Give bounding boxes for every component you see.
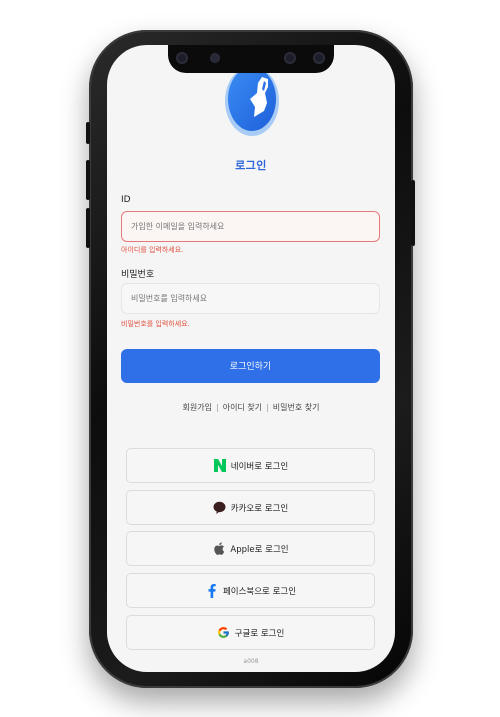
link-separator: | bbox=[266, 403, 269, 412]
naver-icon bbox=[213, 459, 227, 473]
signup-link[interactable]: 회원가입 bbox=[183, 403, 212, 412]
page-title: 로그인 bbox=[235, 159, 267, 172]
kakao-icon bbox=[213, 501, 227, 515]
id-error-message: 아이디를 입력하세요. bbox=[121, 246, 184, 254]
camera-icon bbox=[210, 53, 220, 63]
naver-login-label: 네이버로 로그인 bbox=[230, 461, 289, 472]
phone-screen: 로그인 ID 아이디를 입력하세요. 비밀번호 비밀번호를 입력하세요. 로그인… bbox=[107, 45, 395, 672]
id-input[interactable] bbox=[121, 211, 380, 242]
id-label: ID bbox=[121, 195, 131, 205]
volume-down-button bbox=[86, 208, 90, 248]
footer-text: a008 bbox=[243, 658, 259, 665]
kakao-login-label: 카카오로 로그인 bbox=[230, 503, 289, 514]
mute-switch bbox=[86, 122, 90, 144]
google-icon bbox=[217, 626, 231, 640]
volume-up-button bbox=[86, 160, 90, 200]
facebook-login-label: 페이스북으로 로그인 bbox=[222, 586, 297, 597]
apple-login-button[interactable]: Apple로 로그인 bbox=[126, 531, 375, 566]
notch bbox=[168, 45, 334, 73]
kakao-login-button[interactable]: 카카오로 로그인 bbox=[126, 490, 375, 525]
apple-login-label: Apple로 로그인 bbox=[230, 544, 289, 555]
speaker-icon bbox=[284, 52, 296, 64]
facebook-login-button[interactable]: 페이스북으로 로그인 bbox=[126, 573, 375, 608]
sensor-icon bbox=[313, 52, 325, 64]
link-separator: | bbox=[216, 403, 219, 412]
naver-login-button[interactable]: 네이버로 로그인 bbox=[126, 448, 375, 483]
google-login-button[interactable]: 구글로 로그인 bbox=[126, 615, 375, 650]
password-error-message: 비밀번호를 입력하세요. bbox=[121, 320, 190, 328]
password-input[interactable] bbox=[121, 283, 380, 314]
facebook-icon bbox=[205, 583, 219, 598]
account-links: 회원가입 | 아이디 찾기 | 비밀번호 찾기 bbox=[107, 402, 395, 413]
apple-icon bbox=[212, 542, 226, 556]
google-login-label: 구글로 로그인 bbox=[234, 628, 285, 639]
login-button[interactable]: 로그인하기 bbox=[121, 349, 380, 383]
find-id-link[interactable]: 아이디 찾기 bbox=[223, 403, 262, 412]
sensor-icon bbox=[176, 52, 188, 64]
find-password-link[interactable]: 비밀번호 찾기 bbox=[273, 403, 320, 412]
password-label: 비밀번호 bbox=[121, 270, 155, 280]
power-button bbox=[411, 180, 415, 246]
